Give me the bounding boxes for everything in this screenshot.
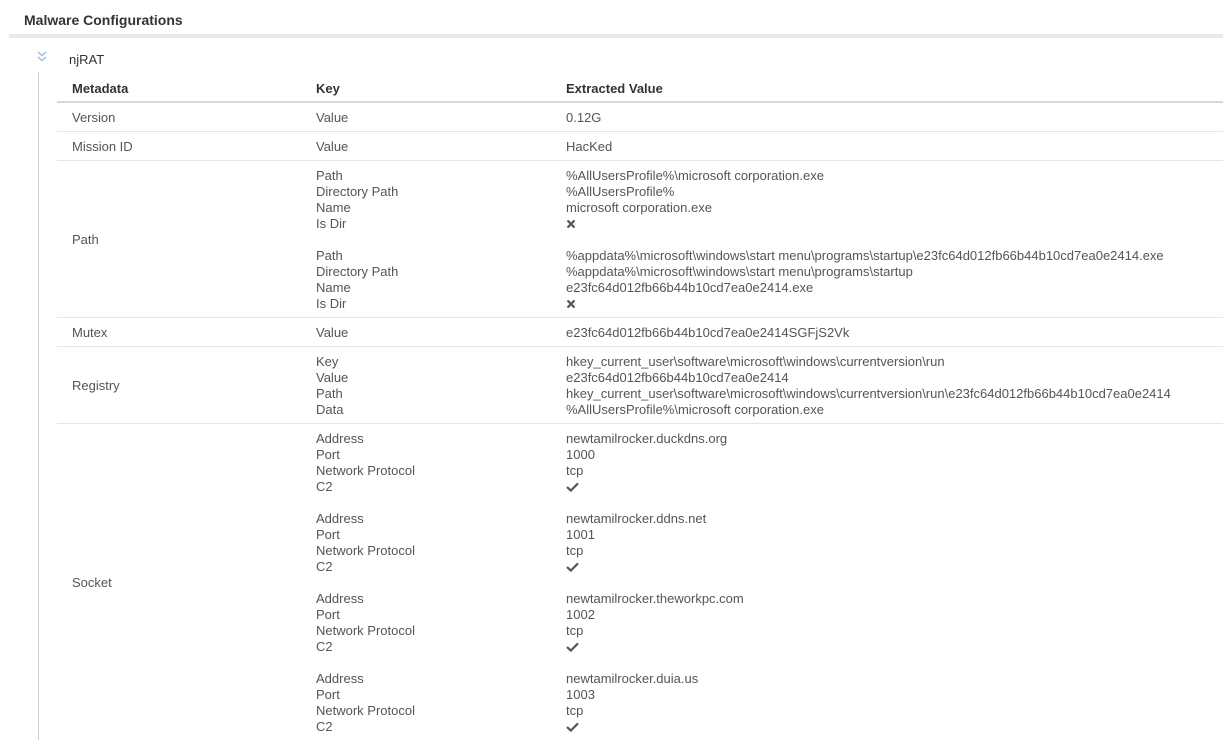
- extracted-value: microsoft corporation.exe: [566, 200, 712, 215]
- key-label: Value: [316, 110, 349, 125]
- key-label: Key: [316, 354, 339, 369]
- key-label: Port: [316, 607, 340, 622]
- extracted-value: newtamilrocker.duckdns.org: [566, 431, 728, 446]
- meta-label: Registry: [72, 378, 120, 393]
- extracted-value: 1003: [566, 687, 595, 702]
- extracted-value: hkey_current_user\software\microsoft\win…: [566, 354, 945, 369]
- meta-label: Socket: [72, 575, 112, 590]
- extracted-value: tcp: [566, 543, 584, 558]
- section-divider: [9, 34, 1223, 38]
- extracted-value: tcp: [566, 463, 584, 478]
- key-label: Name: [316, 280, 351, 295]
- meta-label: Version: [72, 110, 116, 125]
- key-label: C2: [316, 559, 333, 574]
- extracted-value: %appdata%\microsoft\windows\start menu\p…: [566, 264, 913, 279]
- header-key: Key: [316, 81, 340, 96]
- config-table: Metadata Key Extracted Value Version Val…: [57, 77, 1223, 744]
- key-label: Value: [316, 139, 349, 154]
- key-label: Path: [316, 248, 343, 263]
- extracted-value: %AllUsersProfile%: [566, 184, 675, 199]
- key-label: Value: [316, 370, 349, 385]
- meta-label: Path: [72, 232, 99, 247]
- extracted-value: %AllUsersProfile%\microsoft corporation.…: [566, 402, 824, 417]
- table-header: Metadata Key Extracted Value: [57, 77, 1223, 103]
- extracted-value: %AllUsersProfile%\microsoft corporation.…: [566, 168, 824, 183]
- extracted-value: 1000: [566, 447, 595, 462]
- key-label: Path: [316, 386, 343, 401]
- table-row-socket: Socket Address Port Network Protocol C2 …: [57, 424, 1223, 744]
- key-label: Path: [316, 168, 343, 183]
- check-icon: [566, 560, 579, 576]
- extracted-value: tcp: [566, 623, 584, 638]
- extracted-value: e23fc64d012fb66b44b10cd7ea0e2414SGFjS2Vk: [566, 325, 850, 340]
- extracted-value: newtamilrocker.ddns.net: [566, 511, 707, 526]
- key-label: Port: [316, 447, 340, 462]
- extracted-value: e23fc64d012fb66b44b10cd7ea0e2414.exe: [566, 280, 814, 295]
- check-icon: [566, 640, 579, 656]
- extracted-value: %appdata%\microsoft\windows\start menu\p…: [566, 248, 1164, 263]
- check-icon: [566, 720, 579, 736]
- key-label: Network Protocol: [316, 703, 415, 718]
- extracted-value: hkey_current_user\software\microsoft\win…: [566, 386, 1171, 401]
- meta-label: Mission ID: [72, 139, 133, 154]
- extracted-value: newtamilrocker.theworkpc.com: [566, 591, 744, 606]
- key-label: Address: [316, 431, 364, 446]
- extracted-value: e23fc64d012fb66b44b10cd7ea0e2414: [566, 370, 789, 385]
- key-label: Is Dir: [316, 296, 347, 311]
- table-row-path: Path Path Directory Path Name Is Dir Pat…: [57, 161, 1223, 318]
- key-label: C2: [316, 639, 333, 654]
- key-label: Address: [316, 671, 364, 686]
- key-label: Is Dir: [316, 216, 347, 231]
- table-row-registry: Registry Key Value Path Data hkey_curren…: [57, 347, 1223, 424]
- cross-icon: [566, 297, 576, 313]
- key-label: Port: [316, 687, 340, 702]
- extracted-value: tcp: [566, 703, 584, 718]
- chevron-double-down-icon: [35, 50, 49, 64]
- tree-guide-line: [38, 72, 39, 740]
- key-label: Address: [316, 591, 364, 606]
- header-extracted-value: Extracted Value: [566, 81, 663, 96]
- extracted-value: newtamilrocker.duia.us: [566, 671, 699, 686]
- table-row-version: Version Value 0.12G: [57, 103, 1223, 132]
- key-label: Network Protocol: [316, 463, 415, 478]
- header-metadata: Metadata: [72, 81, 129, 96]
- table-row-mission-id: Mission ID Value HacKed: [57, 132, 1223, 161]
- key-label: Value: [316, 325, 349, 340]
- key-label: C2: [316, 719, 333, 734]
- key-label: Name: [316, 200, 351, 215]
- key-label: Directory Path: [316, 184, 399, 199]
- meta-label: Mutex: [72, 325, 108, 340]
- key-label: Address: [316, 511, 364, 526]
- table-row-mutex: Mutex Value e23fc64d012fb66b44b10cd7ea0e…: [57, 318, 1223, 347]
- collapse-toggle[interactable]: [35, 50, 49, 64]
- malware-family-name: njRAT: [69, 52, 105, 67]
- key-label: Network Protocol: [316, 543, 415, 558]
- key-label: C2: [316, 479, 333, 494]
- key-label: Port: [316, 527, 340, 542]
- extracted-value: 0.12G: [566, 110, 602, 125]
- section-title: Malware Configurations: [24, 12, 183, 28]
- cross-icon: [566, 217, 576, 233]
- key-label: Directory Path: [316, 264, 399, 279]
- key-label: Data: [316, 402, 344, 417]
- extracted-value: HacKed: [566, 139, 613, 154]
- extracted-value: 1002: [566, 607, 595, 622]
- key-label: Network Protocol: [316, 623, 415, 638]
- check-icon: [566, 480, 579, 496]
- extracted-value: 1001: [566, 527, 595, 542]
